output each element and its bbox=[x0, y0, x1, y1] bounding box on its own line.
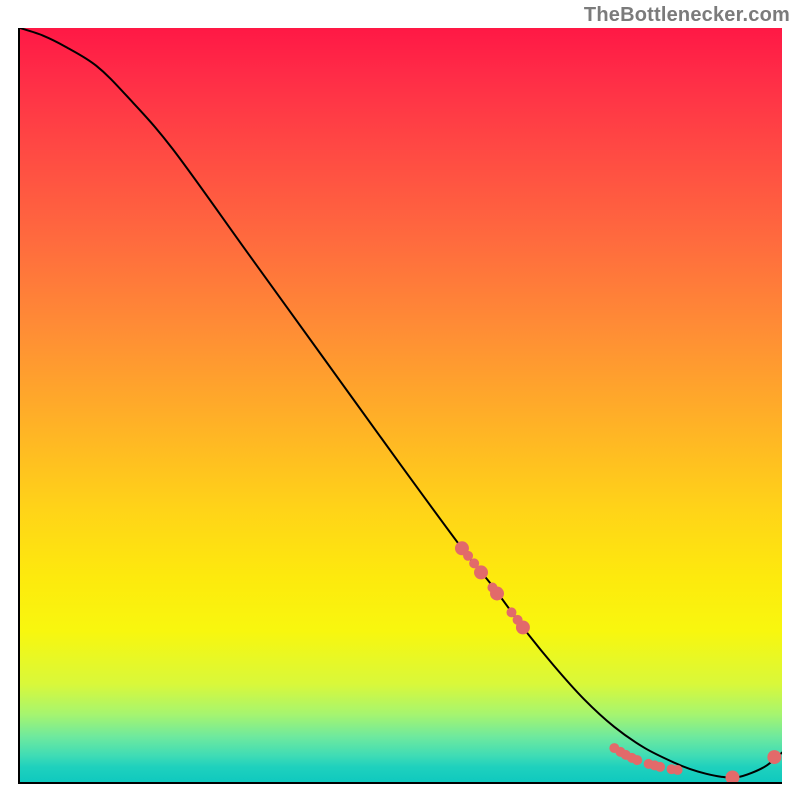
marker-points-group bbox=[455, 541, 781, 782]
marker-point bbox=[516, 620, 530, 634]
attribution-label: TheBottlenecker.com bbox=[584, 4, 790, 27]
chart-svg bbox=[20, 28, 782, 782]
marker-point bbox=[632, 755, 642, 765]
marker-point bbox=[490, 587, 504, 601]
marker-point bbox=[673, 765, 683, 775]
marker-point bbox=[655, 762, 665, 772]
marker-point bbox=[767, 750, 781, 764]
marker-point bbox=[725, 770, 739, 782]
bottleneck-curve-line bbox=[20, 28, 782, 778]
plot-area bbox=[18, 28, 782, 784]
chart-container: TheBottlenecker.com bbox=[0, 0, 800, 800]
marker-point bbox=[474, 565, 488, 579]
